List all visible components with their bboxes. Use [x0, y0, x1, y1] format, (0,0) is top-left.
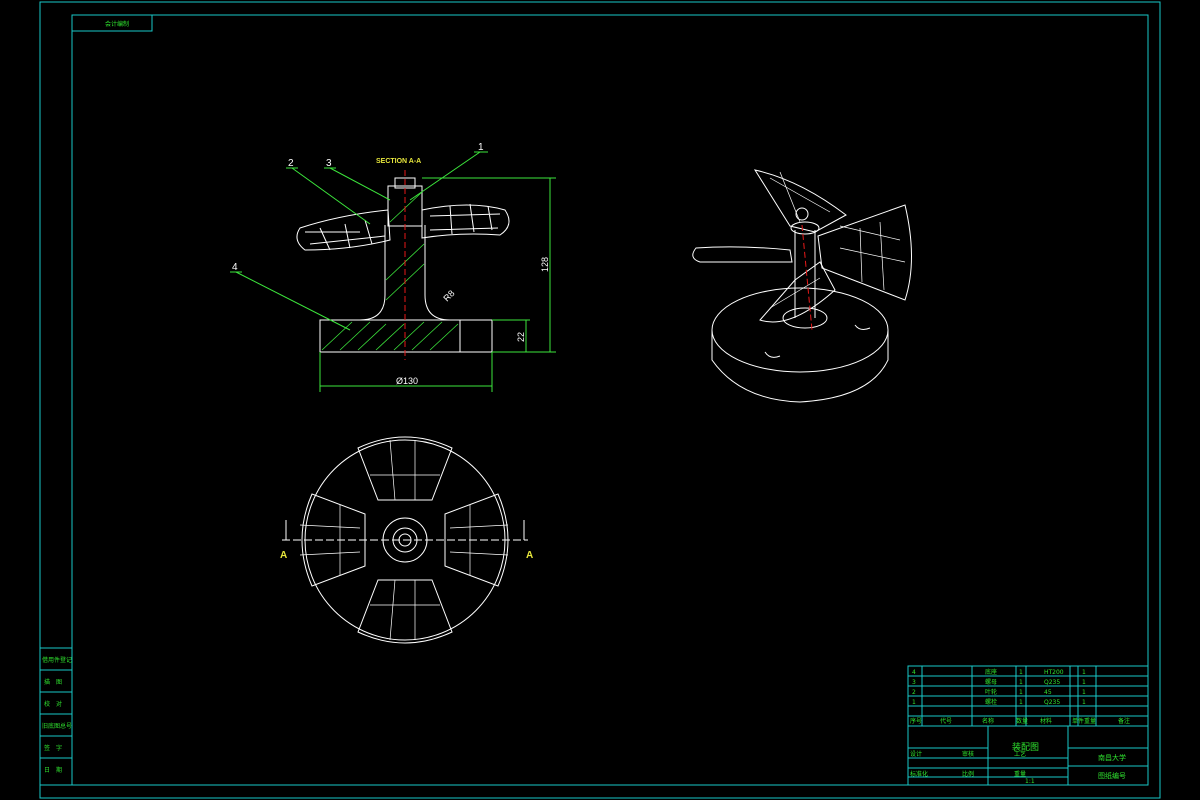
- bom-header-label: 代号: [940, 717, 952, 725]
- margin-row-3: 旧底图总号: [42, 722, 72, 730]
- bom-cell-material: Q235: [1044, 699, 1060, 706]
- cad-drawing-canvas: 会计编制 借用件登记 描 图 校 对 旧底图总号 签 字 日 期 SECTION…: [39, 1, 1161, 799]
- margin-row-0: 借用件登记: [42, 656, 72, 664]
- bom-cell-count: 1: [1082, 689, 1086, 696]
- bom-cell-name: 叶轮: [985, 688, 997, 696]
- drawing-number: 图纸编号: [1098, 771, 1126, 780]
- bom-cell-count: 1: [1082, 679, 1086, 686]
- dim-overall-height: 128: [540, 257, 550, 272]
- section-title: SECTION A-A: [376, 158, 421, 165]
- margin-row-4: 签 字: [44, 744, 62, 752]
- balloon-3: 3: [326, 158, 332, 169]
- bom-cell-count: 1: [1082, 699, 1086, 706]
- balloon-1: 1: [478, 142, 484, 153]
- bom-header-label: 序号: [910, 717, 922, 725]
- section-mark-right: A: [526, 550, 533, 561]
- school-name: 南昌大学: [1098, 753, 1126, 762]
- bom-header-label: 备注: [1118, 717, 1130, 725]
- bom-header-label: 名称: [982, 717, 994, 725]
- section-mark-left: A: [280, 550, 287, 561]
- bom-cell-material: 45: [1044, 689, 1052, 696]
- bom-cell-name: 螺母: [985, 678, 997, 686]
- margin-row-1: 描 图: [44, 678, 62, 686]
- bom-header-label: 数量: [1016, 717, 1028, 725]
- title-sub-label: 设计: [910, 750, 922, 758]
- bom-cell-qty: 1: [1019, 679, 1023, 686]
- dim-fillet: R8: [441, 288, 456, 303]
- bom-cell-name: 螺栓: [985, 698, 997, 706]
- title-sub-label: 审核: [962, 750, 974, 758]
- title-sub-label: 重量: [1014, 770, 1026, 778]
- left-margin-table: 借用件登记 描 图 校 对 旧底图总号 签 字 日 期: [39, 647, 73, 786]
- title-sub-label: 工艺: [1014, 750, 1026, 758]
- bom-cell-no: 4: [912, 669, 916, 676]
- corner-label: 会计编制: [105, 20, 129, 28]
- title-block: 装配图 南昌大学 图纸编号 1:1: [907, 665, 1149, 786]
- scale-value: 1:1: [1025, 778, 1035, 785]
- bom-cell-qty: 1: [1019, 689, 1023, 696]
- title-sub-label: 比例: [962, 770, 974, 778]
- top-view: A A: [280, 436, 533, 644]
- balloon-2: 2: [288, 158, 294, 169]
- margin-row-2: 校 对: [44, 700, 62, 708]
- bom-cell-no: 3: [912, 679, 916, 686]
- bom-cell-material: Q235: [1044, 679, 1060, 686]
- bom-header-label: 材料: [1040, 717, 1052, 725]
- bom-cell-name: 底座: [985, 668, 997, 676]
- margin-row-5: 日 期: [44, 766, 62, 774]
- balloon-4: 4: [232, 262, 238, 273]
- bom-cell-qty: 1: [1019, 699, 1023, 706]
- title-sub-label: 标准化: [910, 770, 928, 778]
- bom-header-label: 单件重量: [1072, 717, 1096, 725]
- dim-base-diameter: Ø130: [396, 376, 418, 386]
- bom-cell-no: 1: [912, 699, 916, 706]
- section-view: SECTION A-A 128 22 Ø130 R8 1 2 3 4: [230, 142, 556, 392]
- dim-base-height: 22: [516, 332, 526, 342]
- bom-cell-material: HT200: [1044, 669, 1064, 676]
- bom-cell-no: 2: [912, 689, 916, 696]
- bom-cell-count: 1: [1082, 669, 1086, 676]
- isometric-view: [692, 169, 912, 403]
- bom-cell-qty: 1: [1019, 669, 1023, 676]
